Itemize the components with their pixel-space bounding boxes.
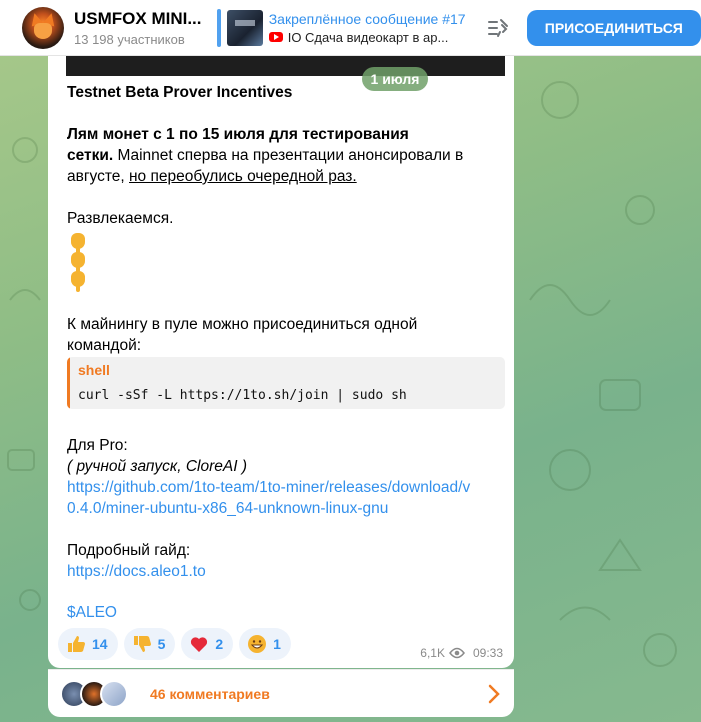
reaction-heart[interactable]: 2 xyxy=(181,628,234,660)
thumbs-down-icon xyxy=(133,636,151,652)
join-button[interactable]: ПРИСОЕДИНИТЬСЯ xyxy=(526,9,701,46)
eye-icon xyxy=(449,647,465,659)
commenter-avatars xyxy=(60,679,128,708)
fun-line: Развлекаемся. xyxy=(67,210,174,227)
chevron-right-icon xyxy=(488,684,500,704)
comments-count: 46 комментариев xyxy=(150,685,270,702)
channel-info[interactable]: USMFOX MINI... 13 198 участников xyxy=(74,9,213,47)
pro-note: ( ручной запуск, CloreAI ) xyxy=(67,458,248,475)
pinned-thumbnail[interactable] xyxy=(226,9,263,46)
message-time: 09:33 xyxy=(472,646,503,660)
pointing-down-icon xyxy=(71,233,85,254)
github-link[interactable]: https://github.com/1to-team/1to-miner/re… xyxy=(67,477,470,519)
channel-title: USMFOX MINI... xyxy=(74,8,202,28)
docs-link[interactable]: https://docs.aleo1.to xyxy=(67,561,206,582)
date-badge: 1 июля xyxy=(362,67,428,91)
pinned-message[interactable]: Закреплённое сообщение #17 IO Сдача виде… xyxy=(268,10,467,45)
comments-button[interactable]: 46 комментариев xyxy=(48,669,514,717)
pointing-down-icon xyxy=(71,252,85,273)
message-meta: 6,1K 09:33 xyxy=(420,646,503,660)
pinned-indicator xyxy=(216,8,221,47)
message-heading: Testnet Beta Prover Incentives xyxy=(67,84,293,101)
pinned-title: Закреплённое сообщение #17 xyxy=(268,10,466,27)
join-instructions: К майнингу в пуле можно присоединиться о… xyxy=(67,316,418,354)
avatar xyxy=(100,679,128,708)
member-count: 13 198 участников xyxy=(74,31,185,47)
reaction-thumbs-down[interactable]: 5 xyxy=(123,628,176,660)
pinned-preview: IO Сдача видеокарт в ар... xyxy=(287,29,449,45)
paragraph-testnet: Лям монет с 1 по 15 июля для тестировани… xyxy=(67,126,464,185)
thumbs-up-icon xyxy=(68,636,85,652)
guide-label: Подробный гайд: xyxy=(67,542,191,559)
grin-icon xyxy=(248,635,267,653)
reactions-row: 14 5 2 1 xyxy=(58,628,291,660)
code-text[interactable]: curl -sSf -L https://1to.sh/join | sudo … xyxy=(78,388,407,403)
youtube-icon xyxy=(268,32,283,42)
reaction-thumbs-up[interactable]: 14 xyxy=(58,628,118,660)
cashtag-link[interactable]: $ALEO xyxy=(67,602,117,623)
code-language: shell xyxy=(78,362,110,378)
emoji-stack xyxy=(67,230,85,292)
pointing-down-icon xyxy=(71,271,85,292)
channel-header: USMFOX MINI... 13 198 участников Закрепл… xyxy=(0,0,701,56)
pin-list-icon xyxy=(487,18,508,37)
code-block[interactable]: shell curl -sSf -L https://1to.sh/join |… xyxy=(67,357,505,409)
channel-avatar[interactable] xyxy=(22,6,64,49)
pro-label: Для Pro: xyxy=(67,437,128,454)
pinned-list-button[interactable] xyxy=(483,13,513,43)
view-count: 6,1K xyxy=(420,646,445,660)
reaction-grin[interactable]: 1 xyxy=(239,628,291,660)
heart-icon xyxy=(191,637,208,652)
